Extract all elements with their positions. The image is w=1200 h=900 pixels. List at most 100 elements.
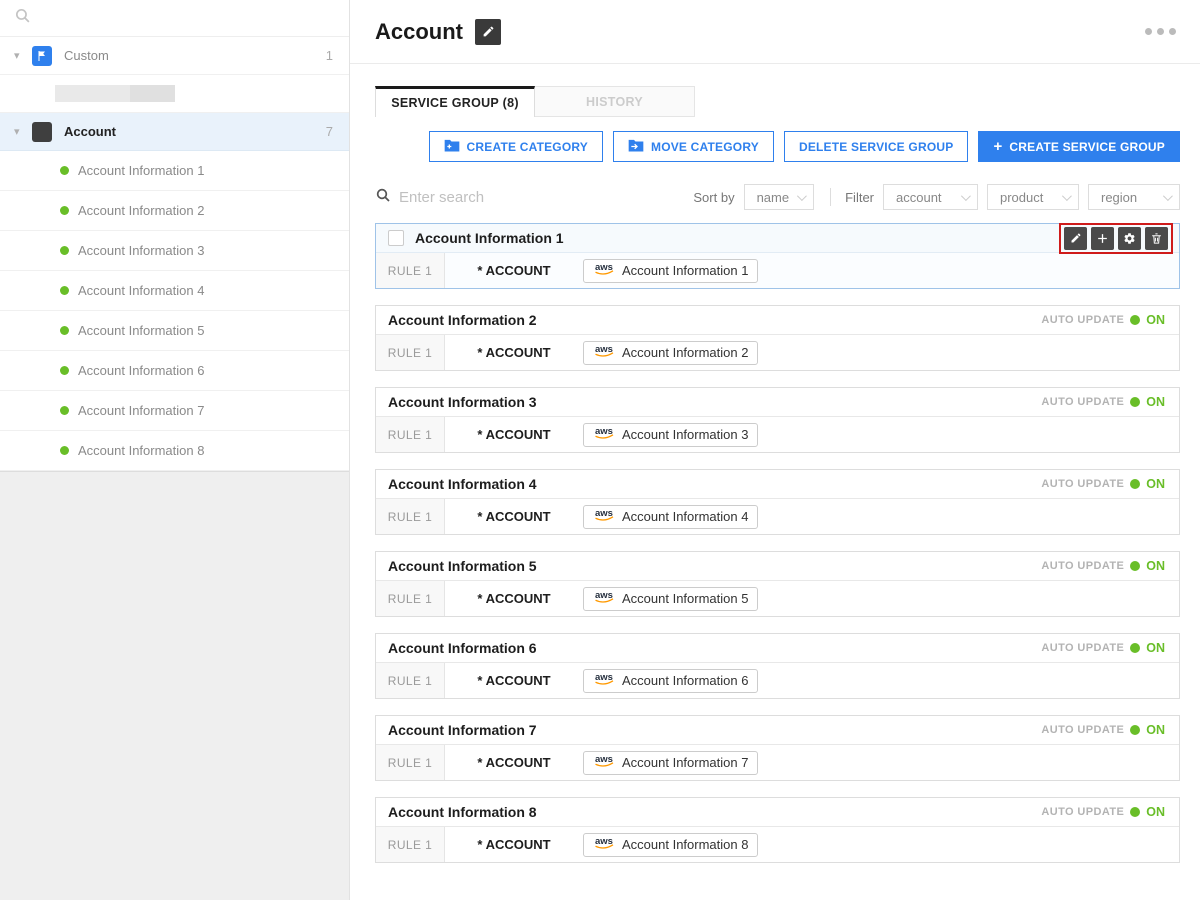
aws-tag[interactable]: aws Account Information 3 — [583, 423, 758, 447]
field-label: * ACCOUNT — [445, 345, 583, 360]
folder-arrow-icon — [628, 139, 644, 155]
card-header: Account Information 5 AUTO UPDATE ON — [376, 552, 1179, 581]
rule-label: RULE 1 — [376, 335, 445, 370]
aws-icon: aws — [593, 507, 616, 527]
service-group-card[interactable]: Account Information 3 AUTO UPDATE ON RUL… — [375, 387, 1180, 453]
edit-button[interactable] — [1064, 227, 1087, 250]
status-dot-icon — [60, 406, 69, 415]
filter-select-region[interactable]: region — [1088, 184, 1180, 210]
aws-icon: aws — [593, 261, 616, 281]
delete-button[interactable] — [1145, 227, 1168, 250]
service-group-card[interactable]: Account Information 5 AUTO UPDATE ON RUL… — [375, 551, 1180, 617]
card-title: Account Information 6 — [388, 640, 537, 656]
card-title: Account Information 2 — [388, 312, 537, 328]
category-count: 1 — [326, 48, 333, 63]
service-group-card[interactable]: Account Information 2 AUTO UPDATE ON RUL… — [375, 305, 1180, 371]
filter-select-product[interactable]: product — [987, 184, 1079, 210]
more-menu-button[interactable] — [1145, 28, 1176, 35]
aws-icon: aws — [593, 343, 616, 363]
sidebar-item[interactable]: Account Information 8 — [0, 431, 349, 471]
card-rule-row: RULE 1 * ACCOUNT aws Account Information… — [376, 499, 1179, 534]
auto-update-state: ON — [1146, 805, 1165, 819]
aws-tag[interactable]: aws Account Information 6 — [583, 669, 758, 693]
card-rule-row: RULE 1 * ACCOUNT aws Account Information… — [376, 663, 1179, 698]
aws-icon: aws — [593, 589, 616, 609]
sidebar-item-label: Account Information 8 — [78, 443, 204, 458]
sidebar-search[interactable] — [0, 0, 349, 37]
auto-update-on-icon — [1130, 807, 1140, 817]
settings-button[interactable] — [1118, 227, 1141, 250]
status-dot-icon — [60, 366, 69, 375]
add-button[interactable] — [1091, 227, 1114, 250]
service-group-card[interactable]: Account Information 1 — [375, 223, 1180, 289]
auto-update-label: AUTO UPDATE — [1041, 724, 1124, 736]
status-dot-icon — [60, 206, 69, 215]
tab-service-group[interactable]: SERVICE GROUP (8) — [375, 86, 535, 117]
sidebar-tree: ▾ Custom 1 ▾ Account 7 Account Informati… — [0, 0, 349, 472]
status-dot-icon — [60, 286, 69, 295]
sidebar-item[interactable]: Account Information 3 — [0, 231, 349, 271]
card-rule-row: RULE 1 * ACCOUNT aws Account Information… — [376, 335, 1179, 370]
filter-select-account[interactable]: account — [883, 184, 978, 210]
search-input[interactable] — [399, 189, 619, 206]
aws-tag[interactable]: aws Account Information 2 — [583, 341, 758, 365]
rule-label: RULE 1 — [376, 745, 445, 780]
service-group-card[interactable]: Account Information 4 AUTO UPDATE ON RUL… — [375, 469, 1180, 535]
aws-tag[interactable]: aws Account Information 1 — [583, 259, 758, 283]
card-rule-row: RULE 1 * ACCOUNT aws Account Information… — [376, 827, 1179, 862]
card-rule-row: RULE 1 * ACCOUNT aws Account Information… — [376, 417, 1179, 452]
aws-tag[interactable]: aws Account Information 7 — [583, 751, 758, 775]
category-label: Account — [64, 124, 326, 139]
aws-icon: aws — [593, 671, 616, 691]
card-title: Account Information 7 — [388, 722, 537, 738]
auto-update-state: ON — [1146, 313, 1165, 327]
card-rule-row: RULE 1 * ACCOUNT aws Account Information… — [376, 581, 1179, 616]
aws-tag[interactable]: aws Account Information 4 — [583, 505, 758, 529]
status-dot-icon — [60, 246, 69, 255]
content: SERVICE GROUP (8) HISTORY CREATE CATEGOR… — [350, 64, 1200, 863]
category-label: Custom — [64, 48, 326, 63]
sidebar-item[interactable]: Account Information 6 — [0, 351, 349, 391]
sort-select[interactable]: name — [744, 184, 815, 210]
create-service-group-button[interactable]: + CREATE SERVICE GROUP — [978, 131, 1180, 162]
delete-service-group-button[interactable]: DELETE SERVICE GROUP — [784, 131, 968, 162]
edit-title-button[interactable] — [475, 19, 501, 45]
aws-tag[interactable]: aws Account Information 8 — [583, 833, 758, 857]
svg-text:aws: aws — [595, 836, 613, 847]
card-title: Account Information 1 — [415, 230, 564, 246]
sidebar-item-redacted[interactable] — [0, 75, 349, 113]
tag-label: Account Information 1 — [622, 263, 748, 278]
auto-update: AUTO UPDATE ON — [1041, 313, 1173, 327]
service-group-card[interactable]: Account Information 7 AUTO UPDATE ON RUL… — [375, 715, 1180, 781]
sidebar-item[interactable]: Account Information 5 — [0, 311, 349, 351]
chevron-down-icon[interactable]: ▾ — [14, 125, 32, 138]
auto-update-label: AUTO UPDATE — [1041, 478, 1124, 490]
svg-text:aws: aws — [595, 426, 613, 437]
auto-update: AUTO UPDATE ON — [1041, 805, 1173, 819]
service-group-card[interactable]: Account Information 8 AUTO UPDATE ON RUL… — [375, 797, 1180, 863]
auto-update: AUTO UPDATE ON — [1041, 395, 1173, 409]
sidebar-item[interactable]: Account Information 1 — [0, 151, 349, 191]
aws-tag[interactable]: aws Account Information 5 — [583, 587, 758, 611]
tab-history[interactable]: HISTORY — [535, 86, 695, 117]
chevron-down-icon[interactable]: ▾ — [14, 49, 32, 62]
create-category-button[interactable]: CREATE CATEGORY — [429, 131, 603, 162]
auto-update: AUTO UPDATE ON — [1041, 641, 1173, 655]
sidebar-category-account[interactable]: ▾ Account 7 — [0, 113, 349, 151]
auto-update-label: AUTO UPDATE — [1041, 396, 1124, 408]
search-box — [375, 187, 693, 208]
auto-update: AUTO UPDATE ON — [1041, 723, 1173, 737]
svg-text:aws: aws — [595, 508, 613, 519]
grid-icon — [32, 122, 52, 142]
tag-label: Account Information 3 — [622, 427, 748, 442]
card-checkbox[interactable] — [388, 230, 404, 246]
sidebar-item[interactable]: Account Information 4 — [0, 271, 349, 311]
auto-update: AUTO UPDATE ON — [1041, 477, 1173, 491]
move-category-button[interactable]: MOVE CATEGORY — [613, 131, 774, 162]
page-header: Account — [350, 0, 1200, 64]
sidebar-item[interactable]: Account Information 2 — [0, 191, 349, 231]
sidebar-item[interactable]: Account Information 7 — [0, 391, 349, 431]
service-group-card[interactable]: Account Information 6 AUTO UPDATE ON RUL… — [375, 633, 1180, 699]
main-panel: Account SERVICE GROUP (8) HISTORY C — [350, 0, 1200, 900]
sidebar-category-custom[interactable]: ▾ Custom 1 — [0, 37, 349, 75]
